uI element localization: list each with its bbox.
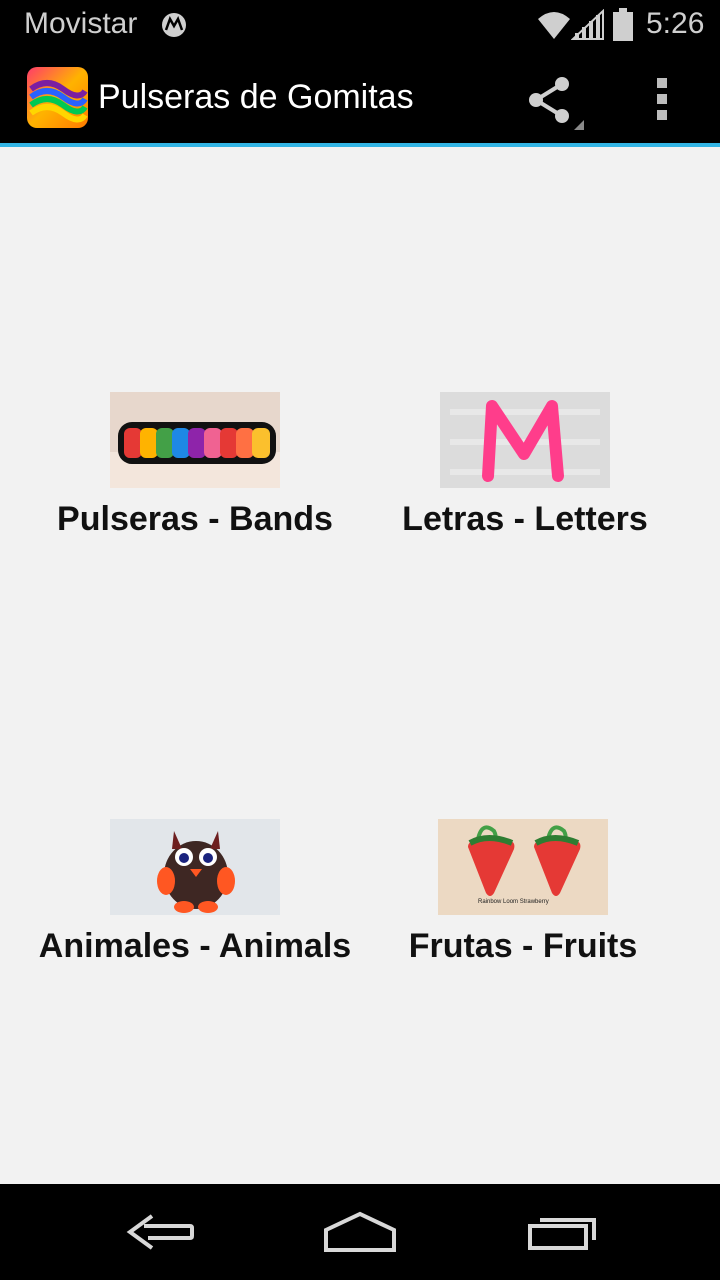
category-grid: Pulseras - Bands Letras - Letters Animal… xyxy=(0,147,720,1183)
signal-icon xyxy=(571,9,604,40)
clock: 5:26 xyxy=(646,7,705,40)
rainbow-bracelet-image xyxy=(110,392,280,488)
loom-strawberry-image: Rainbow Loom Strawberry xyxy=(438,819,608,915)
overflow-menu-icon xyxy=(657,78,667,120)
category-tile-animals[interactable]: Animales - Animals xyxy=(30,819,360,967)
navigation-bar xyxy=(0,1184,720,1280)
overflow-menu-button[interactable] xyxy=(640,70,686,126)
motorola-logo-icon xyxy=(162,13,186,37)
loom-animal-image xyxy=(110,819,280,915)
home-icon[interactable] xyxy=(320,1202,400,1262)
back-icon[interactable] xyxy=(124,1202,196,1262)
category-label: Letras - Letters xyxy=(402,500,648,538)
category-tile-fruits[interactable]: Rainbow Loom Strawberry Frutas - Fruits xyxy=(358,819,688,967)
wifi-icon xyxy=(538,12,570,39)
status-bar: Movistar 5:26 xyxy=(0,0,720,50)
app-title: Pulseras de Gomitas xyxy=(98,78,414,116)
pink-letter-m-image xyxy=(440,392,610,488)
app-icon xyxy=(27,67,88,128)
share-icon xyxy=(529,77,584,130)
category-label: Frutas - Fruits xyxy=(408,927,638,965)
category-tile-bands[interactable]: Pulseras - Bands xyxy=(30,392,360,540)
thumbnail-caption: Rainbow Loom Strawberry xyxy=(478,899,549,905)
share-button[interactable] xyxy=(522,72,586,132)
recent-apps-icon[interactable] xyxy=(526,1202,600,1262)
category-tile-letters[interactable]: Letras - Letters xyxy=(360,392,690,540)
category-label: Animales - Animals xyxy=(38,927,352,965)
carrier-name: Movistar xyxy=(24,7,138,40)
category-label: Pulseras - Bands xyxy=(57,500,333,538)
action-bar: Pulseras de Gomitas xyxy=(0,50,720,143)
battery-icon xyxy=(613,8,633,41)
